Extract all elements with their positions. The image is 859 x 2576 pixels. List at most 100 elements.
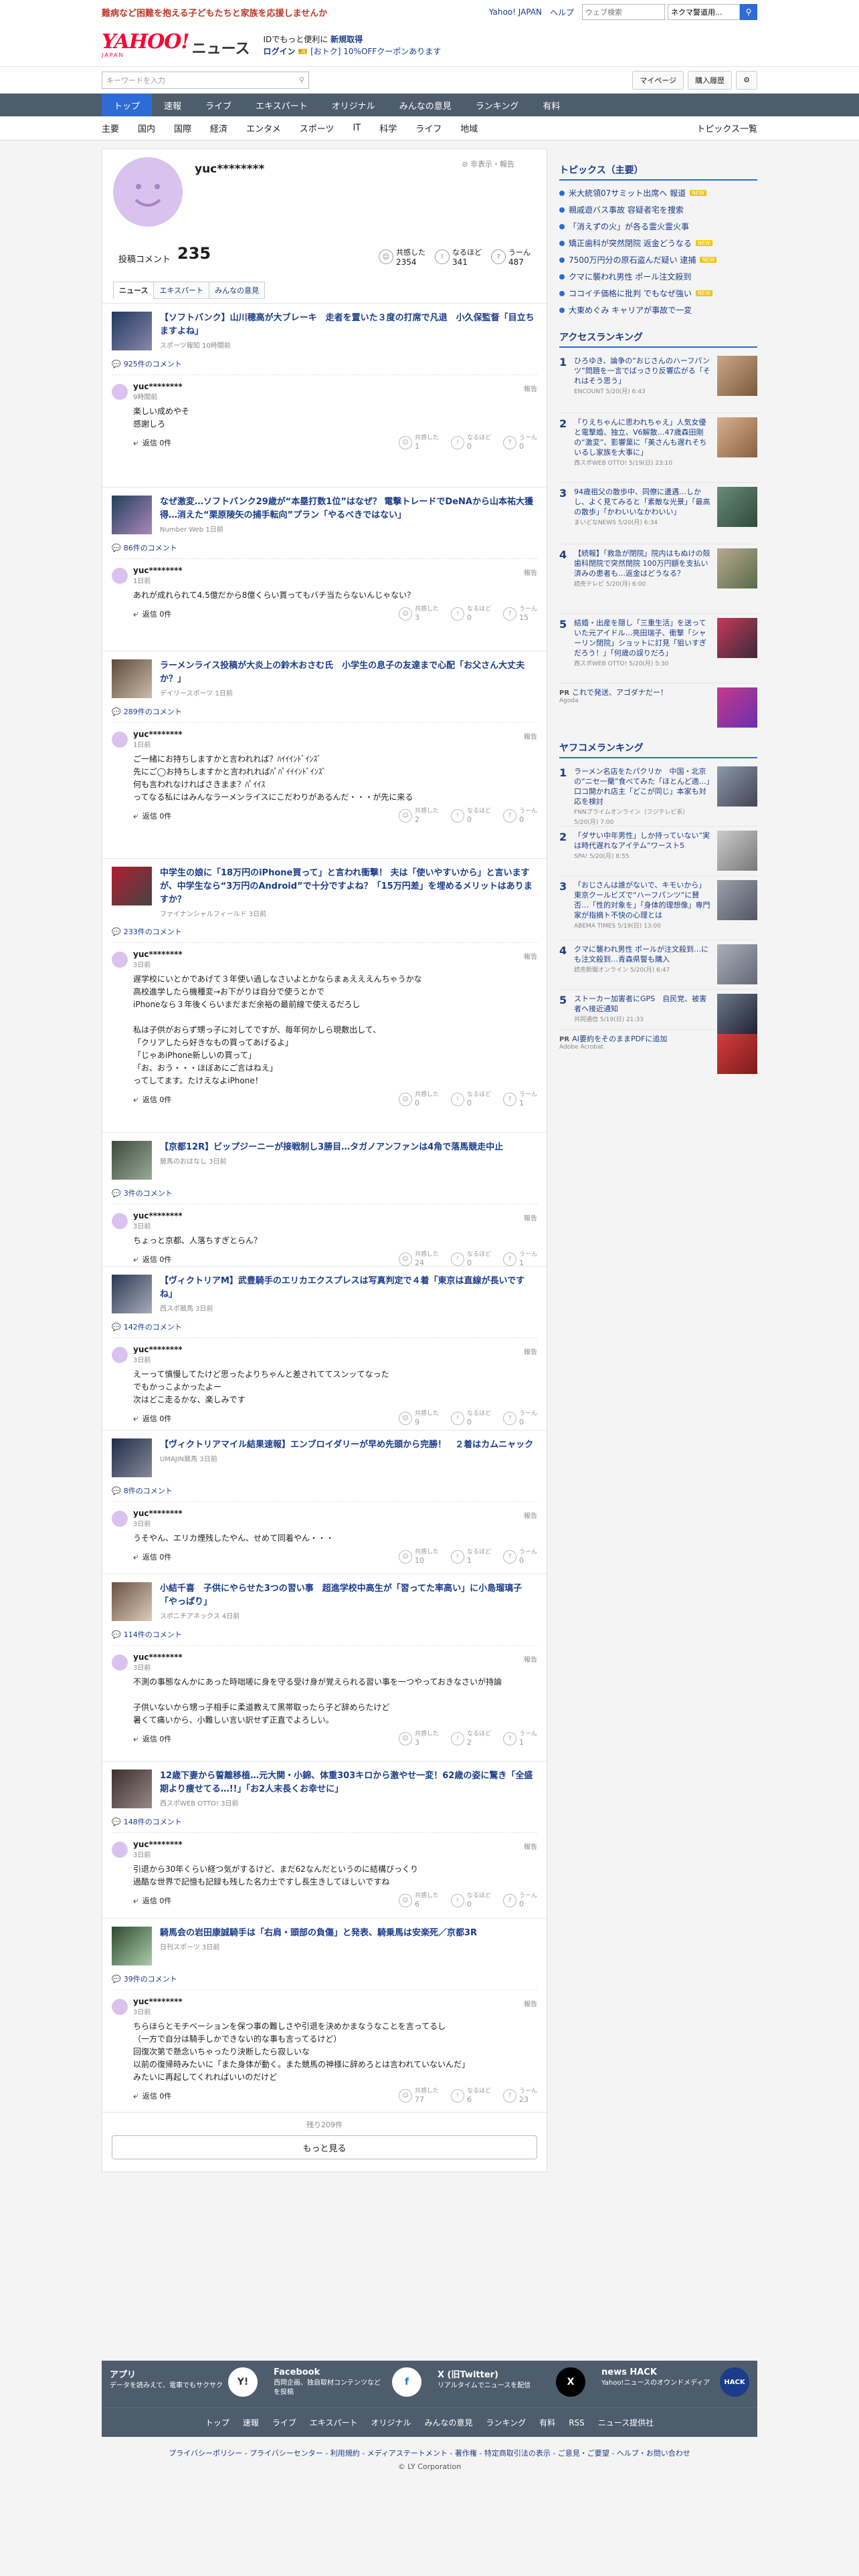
footer-nav-item[interactable]: ライブ xyxy=(272,2417,296,2428)
insight-vote[interactable]: ! なるほど 0 xyxy=(450,1893,491,1909)
promo-text[interactable]: 難病など困難を抱える子どもたちと家族を応援しませんか xyxy=(102,6,327,19)
hmm-vote[interactable]: ? うーん 1 xyxy=(502,1731,537,1747)
empathy-vote[interactable]: ☺ 共感した 3 xyxy=(398,1731,439,1747)
article-title[interactable]: 【ソフトバンク】山川穂高が大ブレーキ 走者を置いた３度の打席で凡退 小久保監督「… xyxy=(160,312,537,338)
nav-paid[interactable]: 有料 xyxy=(531,94,572,116)
topic-item[interactable]: 「消えずの火」が各る霊火霊火事 xyxy=(559,218,757,235)
hmm-vote[interactable]: ? うーん 23 xyxy=(502,2088,537,2104)
article-title[interactable]: なぜ激変…ソフトバンク29歳が“本塁打数1位”はなぜ？ 電撃トレードでDeNAか… xyxy=(160,496,537,522)
comment-username[interactable]: yuc******** xyxy=(133,1652,183,1662)
tab-expert[interactable]: エキスパート xyxy=(153,282,210,299)
report-link[interactable]: 報告 xyxy=(524,731,537,741)
footer-nav-item[interactable]: 速報 xyxy=(243,2417,259,2428)
topic-item[interactable]: 矯正歯科が突然閉院 返金どうなる NEW xyxy=(559,235,757,251)
nav-opinions[interactable]: みんなの意見 xyxy=(387,94,464,116)
nav-breaking[interactable]: 速報 xyxy=(152,94,193,116)
topic-item[interactable]: 米大統領07サミット出席へ 報道 NEW xyxy=(559,185,757,201)
ranking-item[interactable]: 4 クマに襲われ男性 ポールが注文殺到…にも注文殺到…青森県警も購入 読売新聞オンラ… xyxy=(559,940,757,990)
article-link[interactable]: 【ヴィクトリアマイル結果速報】エンブロイダリーが早め先頭から完勝！ ２着はカムニ… xyxy=(112,1438,537,1477)
insight-vote[interactable]: ! なるほど 1 xyxy=(450,1549,491,1565)
report-link[interactable]: 報告 xyxy=(524,1654,537,1664)
hmm-vote[interactable]: ? うーん 1 xyxy=(502,1251,537,1267)
hmm-vote[interactable]: ? うーん 0 xyxy=(502,1410,537,1426)
hide-report-link[interactable]: ⊘ 非表示・報告 xyxy=(462,158,514,169)
help-link[interactable]: ヘルプ xyxy=(550,7,574,18)
empathy-vote[interactable]: ☺ 共感した 6 xyxy=(398,1893,439,1909)
reply-button[interactable]: ⤶ 返信 0件 xyxy=(133,1413,171,1424)
category-science[interactable]: 科学 xyxy=(379,122,397,134)
category-it[interactable]: IT xyxy=(353,123,361,133)
comment-count-link[interactable]: 💬 114件のコメント xyxy=(112,1629,537,1640)
nav-live[interactable]: ライブ xyxy=(193,94,244,116)
ranking-item[interactable]: 2 「りえちゃんに思われちゃえ」人気女優と電撃婚、独立、V6解散…47歳森田剛の“… xyxy=(559,413,757,483)
topics-list-link[interactable]: トピックス一覧 xyxy=(696,122,757,134)
topic-item[interactable]: 7500万円分の原石盗んだ疑い 逮捕 NEW xyxy=(559,251,757,268)
footer-links[interactable]: プライバシーポリシー - プライバシーセンター - 利用規約 - メディアステー… xyxy=(0,2448,859,2458)
category-economy[interactable]: 経済 xyxy=(210,122,227,134)
article-title[interactable]: ラーメンライス投稿が大炎上の鈴木おさむ氏 小学生の息子の友達まで心配「お父さん大… xyxy=(160,659,537,686)
article-link[interactable]: 中学生の娘に「18万円のiPhone買って」と言われ衝撃！ 夫は「使いやすいから… xyxy=(112,867,537,918)
comment-username[interactable]: yuc******** xyxy=(133,566,183,575)
coupon-link[interactable]: [おトク] 10%OFFクーポンあります xyxy=(310,47,441,56)
nav-expert[interactable]: エキスパート xyxy=(244,94,320,116)
comment-count-link[interactable]: 💬 233件のコメント xyxy=(112,926,537,937)
article-link[interactable]: 【ソフトバンク】山川穂高が大ブレーキ 走者を置いた３度の打席で凡退 小久保監督「… xyxy=(112,312,537,350)
keyword-search-input[interactable]: キーワードを入力 ⚲ xyxy=(102,71,309,89)
comment-count-link[interactable]: 💬 925件のコメント xyxy=(112,358,537,369)
comment-username[interactable]: yuc******** xyxy=(133,1840,183,1849)
signup-link[interactable]: 新規取得 xyxy=(330,35,363,44)
pr-ad[interactable]: PR これで発送、アゴダナだー！ Agoda xyxy=(559,683,757,732)
article-title[interactable]: 【ヴィクトリアマイル結果速報】エンブロイダリーが早め先頭から完勝！ ２着はカムニ… xyxy=(160,1438,533,1452)
insight-vote[interactable]: ! なるほど 6 xyxy=(450,2088,491,2104)
article-title[interactable]: 小結千喜 子供にやらせた3つの習い事 超進学校中高生が「習ってた率高い」に小島瑠… xyxy=(160,1582,537,1609)
empathy-vote[interactable]: ☺ 共感した 3 xyxy=(398,606,439,622)
footer-nav-item[interactable]: 有料 xyxy=(539,2417,555,2428)
reply-button[interactable]: ⤶ 返信 0件 xyxy=(133,1895,171,1906)
footer-nav-item[interactable]: オリジナル xyxy=(371,2417,411,2428)
mypage-button[interactable]: マイページ xyxy=(632,70,684,90)
comment-count-link[interactable]: 💬 289件のコメント xyxy=(112,706,537,717)
empathy-vote[interactable]: ☺ 共感した 1 xyxy=(398,435,439,451)
category-international[interactable]: 国際 xyxy=(174,122,191,134)
reply-button[interactable]: ⤶ 返信 0件 xyxy=(133,609,171,619)
article-link[interactable]: 小結千喜 子供にやらせた3つの習い事 超進学校中高生が「習ってた率高い」に小島瑠… xyxy=(112,1582,537,1621)
x-link[interactable]: X (旧Twitter) リアルタイムでニュースを配信 X xyxy=(430,2361,593,2407)
purchase-history-button[interactable]: 購入履歴 xyxy=(688,70,732,90)
gear-icon[interactable]: ⚙ xyxy=(736,70,757,90)
reply-button[interactable]: ⤶ 返信 0件 xyxy=(133,437,171,448)
empathy-vote[interactable]: ☺ 共感した 77 xyxy=(398,2088,439,2104)
report-link[interactable]: 報告 xyxy=(524,1998,537,2008)
comment-username[interactable]: yuc******** xyxy=(133,1211,183,1220)
ranking-item[interactable]: 3 「おじさんは誰がないで、キモいから」東京クールビズで“ハーフパンツ”に賛否…「… xyxy=(559,876,757,940)
footer-nav-item[interactable]: トップ xyxy=(205,2417,229,2428)
newshack-link[interactable]: news HACK Yahoo!ニュースのオウンドメディア HACK xyxy=(593,2361,757,2407)
app-link[interactable]: アプリ データを読みえて、電車でもサクサク Y! xyxy=(102,2361,266,2407)
ranking-item[interactable]: 5 結婚・出産を隠し「三重生活」を送っていた元アイドル…亮田瑞子、衝撃「シャーリン… xyxy=(559,614,757,683)
article-title[interactable]: 騎馬会の岩田康誠騎手は「右肩・頭部の負傷」と発表、騎乗馬は安楽死／京都3R xyxy=(160,1927,477,1940)
empathy-vote[interactable]: ☺ 共感した 0 xyxy=(398,1091,439,1107)
yahoo-japan-link[interactable]: Yahoo! JAPAN xyxy=(489,7,542,17)
reply-button[interactable]: ⤶ 返信 0件 xyxy=(133,2090,171,2101)
comment-count-link[interactable]: 💬 148件のコメント xyxy=(112,1816,537,1827)
comment-username[interactable]: yuc******** xyxy=(133,1345,183,1354)
login-link[interactable]: ログイン xyxy=(263,47,295,56)
hmm-vote[interactable]: ? うーん 15 xyxy=(502,606,537,622)
search-icon[interactable]: ⚲ xyxy=(740,4,757,20)
hmm-vote[interactable]: ? うーん 0 xyxy=(502,435,537,451)
nav-top[interactable]: トップ xyxy=(102,94,153,116)
ranking-item[interactable]: 1 ひろゆき、論争の“おじさんのハーフパンツ”問題を一言でばっさり反響広がる「それ… xyxy=(559,352,757,413)
comment-count-link[interactable]: 💬 3件のコメント xyxy=(112,1188,537,1198)
insight-vote[interactable]: ! なるほど 0 xyxy=(450,1091,491,1107)
ranking-item[interactable]: 4 【続報】「救急が閉院」院内はもぬけの殻 歯科閉院で突然閉院 100万円額を支払… xyxy=(559,544,757,614)
article-title[interactable]: 12歳下妻から誓離移植…元大関・小錦、体重303キロから激やせ一変！62歳の姿に… xyxy=(160,1769,537,1796)
facebook-link[interactable]: Facebook 西岡企画、独自取材コンテンツなどを投稿 f xyxy=(266,2361,430,2407)
reply-button[interactable]: ⤶ 返信 0件 xyxy=(133,811,171,821)
pr-ad-2[interactable]: PR AI要約をそのままPDFに追加 Adobe Acrobat xyxy=(559,1030,757,1078)
empathy-vote[interactable]: ☺ 共感した 24 xyxy=(398,1251,439,1267)
yahoo-logo[interactable]: YAHOO! JAPAN ニュース xyxy=(102,32,250,59)
comment-username[interactable]: yuc******** xyxy=(133,1997,183,2006)
report-link[interactable]: 報告 xyxy=(524,1212,537,1222)
tab-news[interactable]: ニュース xyxy=(113,282,155,299)
ranking-item[interactable]: 1 ラーメン名店をたパクリか 中国・北京の“ニセ一蘭”食べてみた「ほとんど適…」 … xyxy=(559,762,757,827)
reply-button[interactable]: ⤶ 返信 0件 xyxy=(133,1733,171,1744)
